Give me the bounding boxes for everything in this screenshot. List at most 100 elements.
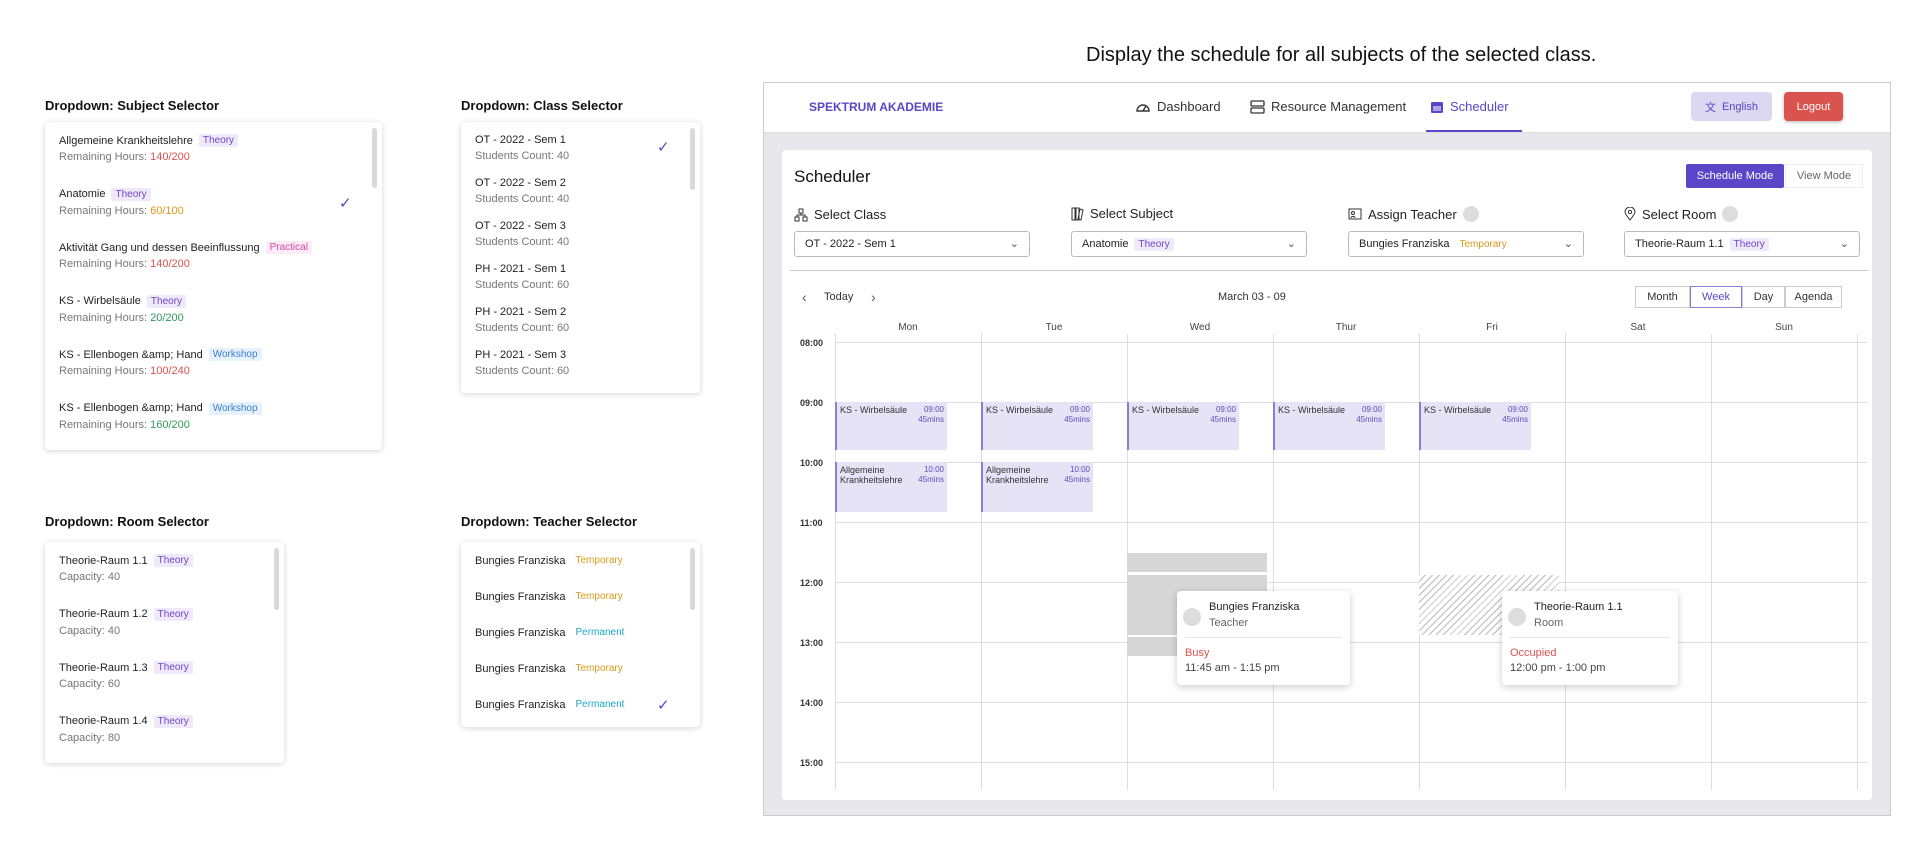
scheduler-card: Scheduler Schedule Mode View Mode Select…: [782, 150, 1872, 800]
nav-resource-management[interactable]: Resource Management: [1250, 99, 1406, 114]
agenda-view-button[interactable]: Agenda: [1785, 286, 1842, 308]
scrollbar[interactable]: [690, 128, 695, 190]
subject-option[interactable]: Aktivität Gang und dessen Beeinflussung P…: [59, 241, 312, 270]
event-allgemeine-krankheitslehre[interactable]: Allgemeine Krankheitslehre 10:00 45mins: [981, 462, 1093, 512]
teacher-tooltip: Bungies Franziska Teacher Busy 11:45 am …: [1177, 591, 1350, 685]
teacher-dropdown[interactable]: Bungies Franziska Temporary Bungies Franzi…: [461, 542, 700, 727]
room-capacity: Capacity: 80: [59, 731, 121, 744]
prev-arrow-icon[interactable]: ‹: [802, 289, 807, 305]
event-ks-wirbelsaeule[interactable]: KS - Wirbelsäule 09:00 45mins: [835, 402, 947, 450]
subject-option[interactable]: KS - Ellenbogen &amp; Hand Workshop Remain…: [59, 348, 262, 377]
teacher-option[interactable]: Bungies Franziska Permanent: [475, 698, 628, 711]
subject-option-title: KS - Ellenbogen &amp; Hand Workshop: [59, 348, 262, 361]
nav-dashboard[interactable]: Dashboard: [1135, 99, 1221, 114]
scrollbar[interactable]: [372, 128, 377, 188]
remaining-hours-label: Remaining Hours:: [59, 365, 151, 377]
teacher-option[interactable]: Bungies Franziska Temporary: [475, 554, 627, 567]
students-count: Students Count: 60: [475, 279, 570, 291]
subject-option-title: KS - Ellenbogen &amp; Hand Workshop: [59, 401, 262, 415]
scrollbar[interactable]: [690, 548, 695, 610]
teacher-name: Bungies Franziska: [475, 698, 566, 711]
class-option[interactable]: OT - 2022 - Sem 3 Students Count: 40: [475, 220, 569, 248]
class-option[interactable]: OT - 2022 - Sem 1 Students Count: 40: [475, 134, 569, 162]
today-button[interactable]: Today: [824, 291, 853, 303]
event-time: 09:00: [1069, 405, 1090, 414]
divider: [1185, 637, 1342, 638]
event-ks-wirbelsaeule[interactable]: KS - Wirbelsäule 09:00 45mins: [1127, 402, 1239, 450]
subject-option[interactable]: Anatomie Theory Remaining Hours: 60/100: [59, 187, 184, 217]
language-button[interactable]: 文 English: [1691, 92, 1772, 121]
room-capacity: Capacity: 40: [59, 624, 121, 637]
event-allgemeine-krankheitslehre[interactable]: Allgemeine Krankheitslehre 10:00 45mins: [835, 462, 947, 512]
event-duration: 45mins: [918, 415, 944, 424]
subject-select-value: Anatomie: [1082, 238, 1129, 250]
event-time: 09:00: [923, 405, 944, 414]
class-name: OT - 2022 - Sem 3: [475, 220, 566, 232]
view-mode-button[interactable]: View Mode: [1785, 164, 1863, 188]
avatar: [1183, 608, 1201, 626]
room-option[interactable]: Theorie-Raum 1.2 Theory Capacity: 40: [59, 607, 193, 637]
subject-name: KS - Ellenbogen &amp; Hand: [59, 348, 203, 361]
schedule-mode-button[interactable]: Schedule Mode: [1686, 164, 1784, 188]
subject-option[interactable]: KS - Wirbelsäule Theory Remaining Hours: 2…: [59, 294, 187, 324]
room-dropdown[interactable]: Theorie-Raum 1.1 Theory Capacity: 40 Theori…: [45, 542, 284, 763]
month-view-button[interactable]: Month: [1635, 286, 1690, 308]
remaining-hours-value: 100/240: [150, 365, 190, 377]
room-option[interactable]: Theorie-Raum 1.4 Theory Capacity: 80: [59, 714, 193, 744]
page-heading: Display the schedule for all subjects of…: [1086, 44, 1597, 66]
class-option[interactable]: OT - 2022 - Sem 2 Students Count: 40: [475, 177, 569, 205]
event-title: Allgemeine Krankheitslehre: [840, 465, 903, 485]
room-option[interactable]: Theorie-Raum 1.3 Theory Capacity: 60: [59, 661, 193, 690]
date-range: March 03 - 09: [1218, 291, 1286, 303]
subject-type-tag: Theory: [111, 187, 151, 201]
room-option[interactable]: Theorie-Raum 1.1 Theory Capacity: 40: [59, 554, 193, 583]
chevron-down-icon: ⌄: [1009, 238, 1019, 250]
logout-button[interactable]: Logout: [1784, 92, 1843, 121]
subject-select[interactable]: Anatomie Theory ⌄: [1071, 231, 1307, 257]
teacher-option[interactable]: Bungies Franziska Permanent: [475, 626, 628, 639]
event-duration: 45mins: [1356, 415, 1382, 424]
remaining-hours-value: 140/200: [150, 258, 190, 270]
room-option-title: Theorie-Raum 1.4 Theory: [59, 714, 193, 728]
active-tab-indicator: [1426, 130, 1522, 132]
class-dropdown[interactable]: OT - 2022 - Sem 1 Students Count: 40 OT - …: [461, 122, 700, 393]
subject-option[interactable]: Allgemeine Krankheitslehre Theory Remainin…: [59, 134, 239, 163]
teacher-option[interactable]: Bungies Franziska Temporary: [475, 590, 627, 603]
class-select[interactable]: OT - 2022 - Sem 1 ⌄: [794, 231, 1030, 257]
remaining-hours: Remaining Hours: 160/200: [59, 419, 262, 431]
day-header: Mon: [898, 322, 918, 333]
scrollbar[interactable]: [274, 548, 279, 610]
brand-logo[interactable]: SPEKTRUM AKADEMIE: [809, 100, 943, 114]
nav-scheduler[interactable]: Scheduler: [1430, 99, 1509, 114]
select-class-text: Select Class: [814, 207, 887, 222]
calendar-icon: [1431, 101, 1443, 113]
grid-row-line: [835, 642, 1867, 643]
class-option[interactable]: PH - 2021 - Sem 2 Students Count: 60: [475, 306, 569, 334]
time-label: 15:00: [800, 758, 824, 768]
event-ks-wirbelsaeule[interactable]: KS - Wirbelsäule 09:00 45mins: [1419, 402, 1531, 450]
day-view-button[interactable]: Day: [1742, 286, 1785, 308]
check-icon: ✓: [657, 139, 670, 156]
divider: [790, 270, 1868, 271]
calendar-grid[interactable]: Mon Tue Wed Thur Fri Sat Sun 08:00 09:00 10:00 11:…: [792, 320, 1867, 790]
class-option[interactable]: PH - 2021 - Sem 3 Students Count: 60: [475, 349, 569, 377]
remaining-hours: Remaining Hours: 60/100: [59, 205, 184, 217]
subject-dropdown[interactable]: Allgemeine Krankheitslehre Theory Remainin…: [45, 122, 382, 450]
week-view-button[interactable]: Week: [1690, 286, 1742, 308]
remaining-hours-value: 60/100: [150, 204, 184, 217]
time-label: 13:00: [800, 638, 824, 648]
teacher-select[interactable]: Bungies Franziska Temporary ⌄: [1348, 231, 1584, 257]
teacher-option[interactable]: Bungies Franziska Temporary: [475, 662, 627, 675]
next-arrow-icon[interactable]: ›: [871, 289, 876, 305]
class-name: PH - 2021 - Sem 2: [475, 306, 567, 318]
remaining-hours-value: 160/200: [150, 418, 190, 431]
event-ks-wirbelsaeule[interactable]: KS - Wirbelsäule 09:00 45mins: [981, 402, 1093, 450]
class-option[interactable]: PH - 2021 - Sem 1 Students Count: 60: [475, 263, 569, 291]
assign-teacher-text: Assign Teacher: [1368, 206, 1457, 222]
subject-option[interactable]: KS - Ellenbogen &amp; Hand Workshop Remain…: [59, 401, 262, 431]
event-title: KS - Wirbelsäule: [840, 405, 908, 415]
event-ks-wirbelsaeule[interactable]: KS - Wirbelsäule 09:00 45mins: [1273, 402, 1385, 450]
class-name: PH - 2021 - Sem 1: [475, 263, 567, 275]
tooltip-time: 11:45 am - 1:15 pm: [1185, 662, 1280, 674]
room-select[interactable]: Theorie-Raum 1.1 Theory ⌄: [1624, 231, 1860, 257]
